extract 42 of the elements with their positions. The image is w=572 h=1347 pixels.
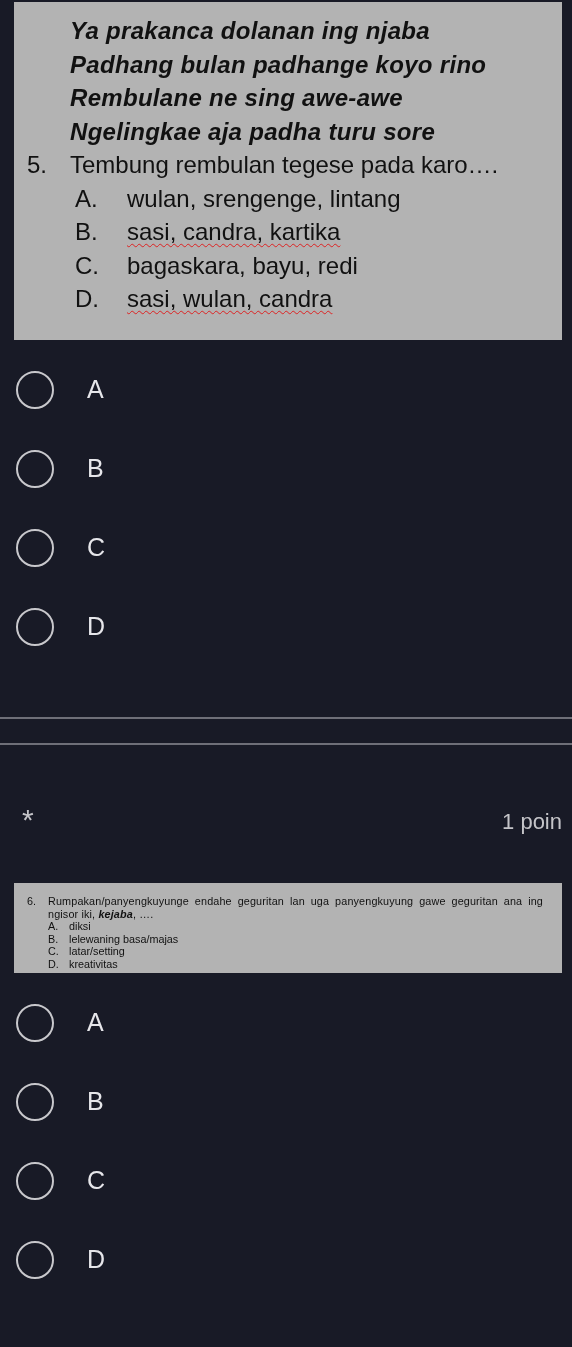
radio-option[interactable]: A: [0, 983, 114, 1062]
option-letter: A.: [75, 183, 99, 214]
verse-line: Ya prakanca dolanan ing njaba: [69, 16, 430, 46]
radio-button[interactable]: [16, 607, 54, 646]
radio-button[interactable]: [16, 528, 54, 567]
option-letter: B.: [48, 932, 60, 946]
option-text: lelewaning basa/majas: [69, 932, 179, 946]
radio-option[interactable]: C: [0, 1141, 116, 1220]
radio-button[interactable]: [16, 1003, 54, 1042]
option-letter: A.: [48, 920, 60, 933]
required-mark: *: [22, 805, 34, 835]
option-text: sasi, candra, kartika: [127, 217, 341, 247]
question-number: 5.: [27, 150, 48, 180]
verse-line: Rembulane ne sing awe-awe: [69, 83, 403, 113]
radio-option[interactable]: B: [0, 429, 114, 508]
question-number: 6.: [27, 895, 37, 909]
points-label: 1 poin: [502, 809, 562, 835]
radio-button[interactable]: [16, 1082, 54, 1121]
option-text: kreativitas: [69, 957, 118, 971]
radio-option[interactable]: C: [0, 508, 116, 587]
question-text: Tembung rembulan tegese pada karo….: [70, 150, 499, 180]
option-text: latar/setting: [69, 945, 125, 958]
question-text: Rumpakan/panyengkuyunge endahe geguritan lan uga panyengkuyung gawe geguritan ana ing ngisor iki, kejaba, ….: [48, 895, 543, 921]
radio-button[interactable]: [16, 449, 54, 488]
option-letter: C.: [75, 250, 100, 281]
option-text: bagaskara, bayu, redi: [127, 250, 358, 281]
radio-button[interactable]: [16, 1161, 54, 1200]
option-text: diksi: [69, 920, 91, 933]
radio-button[interactable]: [16, 1240, 54, 1279]
radio-option[interactable]: D: [0, 587, 116, 666]
option-letter: D.: [75, 284, 100, 314]
radio-button[interactable]: [16, 370, 54, 409]
option-text: sasi, wulan, candra: [127, 284, 333, 314]
radio-option[interactable]: B: [0, 1062, 114, 1141]
option-letter: D.: [48, 957, 60, 971]
option-letter: B.: [75, 217, 99, 247]
radio-option[interactable]: D: [0, 1220, 116, 1299]
verse-line: Padhang bulan padhange koyo rino: [69, 49, 487, 80]
verse-line: Ngelingkae aja padha turu sore: [69, 116, 436, 147]
radio-option[interactable]: A: [0, 350, 114, 429]
option-text: wulan, srengenge, lintang: [127, 183, 401, 214]
option-letter: C.: [48, 945, 60, 958]
